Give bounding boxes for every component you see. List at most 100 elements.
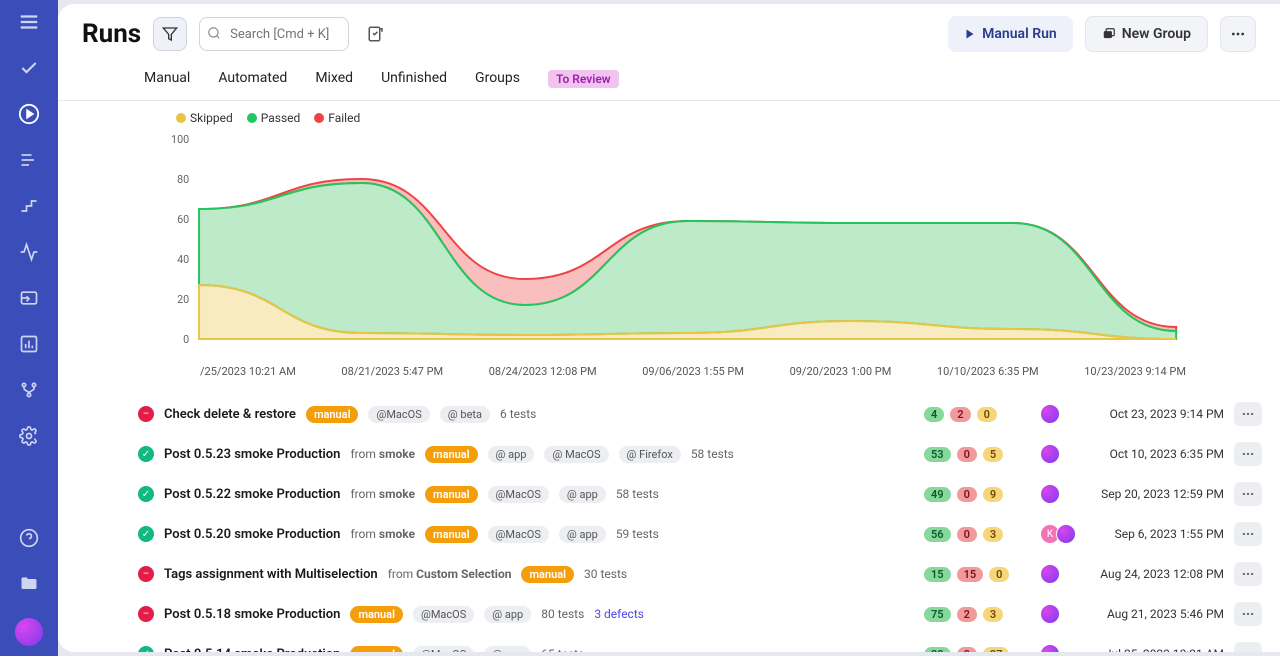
- run-tag[interactable]: @MacOS: [368, 406, 429, 423]
- run-title: Tags assignment with Multiselection: [164, 567, 378, 582]
- count-passed: 4: [924, 407, 944, 422]
- run-more-button[interactable]: [1234, 562, 1262, 586]
- run-more-button[interactable]: [1234, 402, 1262, 426]
- avatar[interactable]: [1040, 404, 1060, 424]
- run-counts: 56 0 3: [924, 527, 1034, 542]
- count-skipped: 5: [983, 447, 1003, 462]
- run-tests-count: 80 tests: [541, 607, 584, 621]
- count-failed: 2: [950, 407, 970, 422]
- avatar[interactable]: [1040, 564, 1060, 584]
- status-icon: ✓: [138, 646, 154, 652]
- checklist-button[interactable]: [361, 19, 391, 49]
- run-row[interactable]: ✓ Post 0.5.20 smoke Production from smok…: [138, 514, 1262, 554]
- folder-icon[interactable]: [17, 572, 41, 596]
- tab-to-review[interactable]: To Review: [548, 70, 619, 88]
- tab-manual[interactable]: Manual: [144, 70, 190, 88]
- x-tick: 08/21/2023 5:47 PM: [341, 365, 443, 378]
- count-failed: 0: [957, 487, 977, 502]
- list-icon[interactable]: [17, 148, 41, 172]
- run-counts: 38 0 27: [924, 647, 1034, 653]
- run-more-button[interactable]: [1234, 482, 1262, 506]
- tab-mixed[interactable]: Mixed: [315, 70, 353, 88]
- run-more-button[interactable]: [1234, 602, 1262, 626]
- activity-icon[interactable]: [17, 240, 41, 264]
- play-circle-icon[interactable]: [17, 102, 41, 126]
- count-passed: 56: [924, 527, 951, 542]
- run-row[interactable]: ✓ Post 0.5.23 smoke Production from smok…: [138, 434, 1262, 474]
- tab-groups[interactable]: Groups: [475, 70, 520, 88]
- avatar[interactable]: [1040, 484, 1060, 504]
- status-icon: ✓: [138, 446, 154, 462]
- avatar[interactable]: [1056, 524, 1076, 544]
- count-passed: 53: [924, 447, 951, 462]
- run-row[interactable]: ✓ Post 0.5.22 smoke Production from smok…: [138, 474, 1262, 514]
- avatar[interactable]: [1040, 604, 1060, 624]
- run-row[interactable]: ✓ Post 0.5.14 smoke Production manual @M…: [138, 634, 1262, 652]
- count-failed: 0: [957, 647, 977, 653]
- count-failed: 0: [957, 527, 977, 542]
- gear-icon[interactable]: [17, 424, 41, 448]
- status-icon: ✓: [138, 526, 154, 542]
- run-more-button[interactable]: [1234, 522, 1262, 546]
- run-tag[interactable]: @ Firefox: [619, 446, 681, 463]
- avatar[interactable]: [1040, 444, 1060, 464]
- avatar[interactable]: [1040, 644, 1060, 652]
- run-counts: 75 2 3: [924, 607, 1034, 622]
- run-date: Aug 21, 2023 5:46 PM: [1094, 607, 1224, 621]
- count-skipped: 27: [983, 647, 1010, 653]
- count-passed: 49: [924, 487, 951, 502]
- x-tick: 08/24/2023 12:08 PM: [489, 365, 597, 378]
- search-input[interactable]: [199, 17, 349, 51]
- legend: Skipped Passed Failed: [58, 101, 1280, 129]
- run-more-button[interactable]: [1234, 442, 1262, 466]
- run-tag[interactable]: @ app: [484, 646, 531, 653]
- run-tag[interactable]: @ app: [484, 606, 531, 623]
- run-tag[interactable]: @ beta: [440, 406, 490, 423]
- search-icon: [207, 26, 221, 40]
- branch-icon[interactable]: [17, 378, 41, 402]
- chart-icon[interactable]: [17, 332, 41, 356]
- run-tag[interactable]: @MacOS: [488, 526, 549, 543]
- run-tag[interactable]: @MacOS: [413, 606, 474, 623]
- svg-text:0: 0: [183, 333, 189, 346]
- run-tag[interactable]: @ app: [559, 486, 606, 503]
- run-row[interactable]: – Post 0.5.18 smoke Production manual @M…: [138, 594, 1262, 634]
- run-date: Sep 6, 2023 1:55 PM: [1094, 527, 1224, 541]
- x-tick: 09/20/2023 1:00 PM: [790, 365, 892, 378]
- run-counts: 15 15 0: [924, 567, 1034, 582]
- check-icon[interactable]: [17, 56, 41, 80]
- run-defects[interactable]: 3 defects: [594, 607, 644, 621]
- header-more-button[interactable]: [1220, 16, 1256, 52]
- new-group-button[interactable]: New Group: [1085, 16, 1208, 52]
- run-title: Post 0.5.14 smoke Production: [164, 647, 340, 653]
- run-avatars: [1044, 644, 1084, 652]
- run-avatars: [1044, 564, 1084, 584]
- import-icon[interactable]: [17, 286, 41, 310]
- run-avatars: [1044, 404, 1084, 424]
- run-tag[interactable]: @ MacOS: [544, 446, 608, 463]
- tab-automated[interactable]: Automated: [218, 70, 287, 88]
- run-more-button[interactable]: [1234, 642, 1262, 652]
- run-row[interactable]: – Check delete & restore manual @MacOS @…: [138, 394, 1262, 434]
- stairs-icon[interactable]: [17, 194, 41, 218]
- tabs: Manual Automated Mixed Unfinished Groups…: [58, 64, 1280, 101]
- x-tick: 09/06/2023 1:55 PM: [642, 365, 744, 378]
- help-icon[interactable]: [17, 526, 41, 550]
- menu-icon[interactable]: [17, 10, 41, 34]
- run-tag[interactable]: @MacOS: [413, 646, 474, 653]
- runs-list: – Check delete & restore manual @MacOS @…: [58, 394, 1280, 652]
- run-avatars: [1044, 484, 1084, 504]
- tab-unfinished[interactable]: Unfinished: [381, 70, 447, 88]
- run-tag[interactable]: @MacOS: [488, 486, 549, 503]
- run-tag[interactable]: @ app: [488, 446, 535, 463]
- filter-button[interactable]: [153, 17, 187, 51]
- manual-run-button[interactable]: Manual Run: [948, 16, 1073, 52]
- run-tag[interactable]: @ app: [559, 526, 606, 543]
- user-avatar[interactable]: [15, 618, 43, 646]
- manual-run-label: Manual Run: [982, 26, 1057, 42]
- run-row[interactable]: – Tags assignment with Multiselection fr…: [138, 554, 1262, 594]
- run-from: from smoke: [350, 447, 415, 461]
- run-counts: 49 0 9: [924, 487, 1034, 502]
- page-title: Runs: [82, 19, 141, 49]
- run-type-badge: manual: [350, 606, 403, 623]
